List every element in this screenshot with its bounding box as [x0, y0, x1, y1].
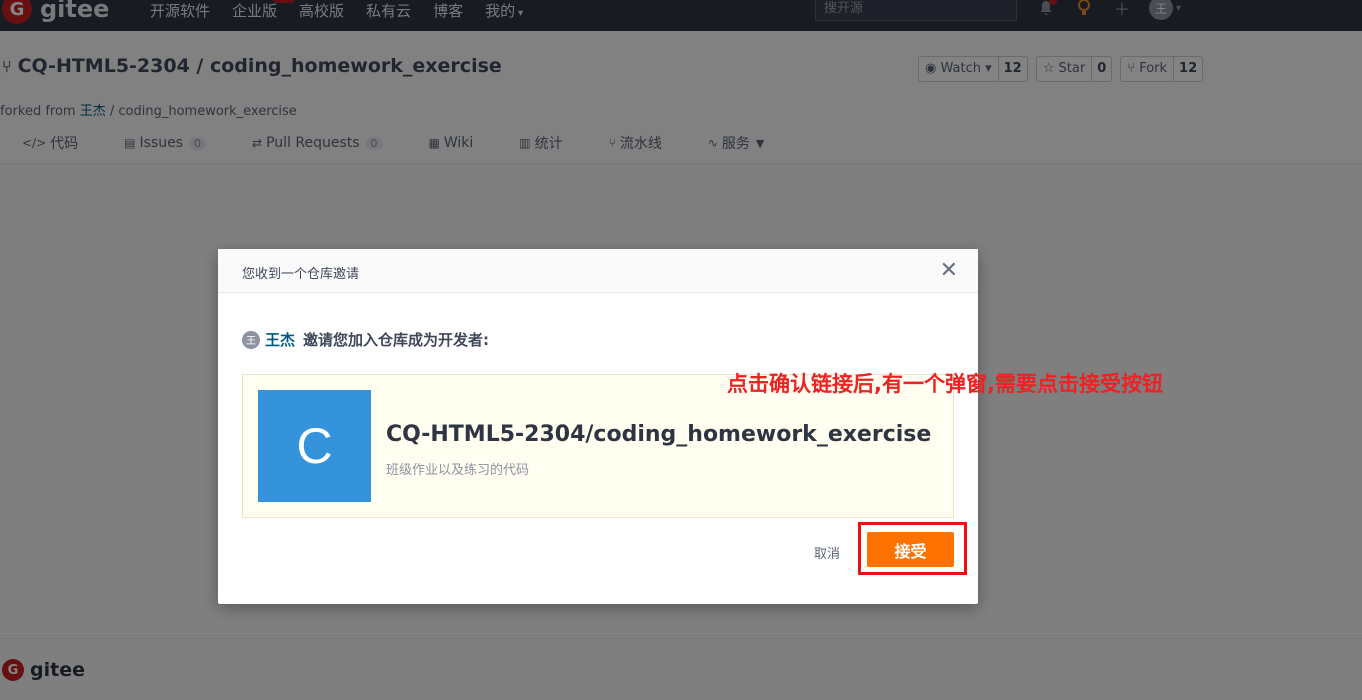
repo-description: 班级作业以及练习的代码	[386, 463, 530, 478]
annotation-text: 点击确认链接后,有一个弹窗,需要点击接受按钮	[727, 372, 1163, 396]
close-icon[interactable]: ✕	[940, 259, 958, 283]
inviter-avatar: 王	[242, 330, 260, 349]
inviter-line: 王 王杰 邀请您加入仓库成为开发者:	[242, 329, 489, 350]
inviter-name-link[interactable]: 王杰	[265, 329, 295, 350]
cancel-button[interactable]: 取消	[814, 543, 840, 562]
repo-avatar: C	[258, 390, 371, 502]
invite-text: 邀请您加入仓库成为开发者:	[303, 331, 490, 349]
repo-full-name: CQ-HTML5-2304/coding_homework_exercise	[386, 422, 932, 447]
modal-header: 您收到一个仓库邀请 ✕	[218, 249, 978, 293]
modal-title: 您收到一个仓库邀请	[242, 267, 360, 282]
highlight-box	[858, 522, 967, 575]
